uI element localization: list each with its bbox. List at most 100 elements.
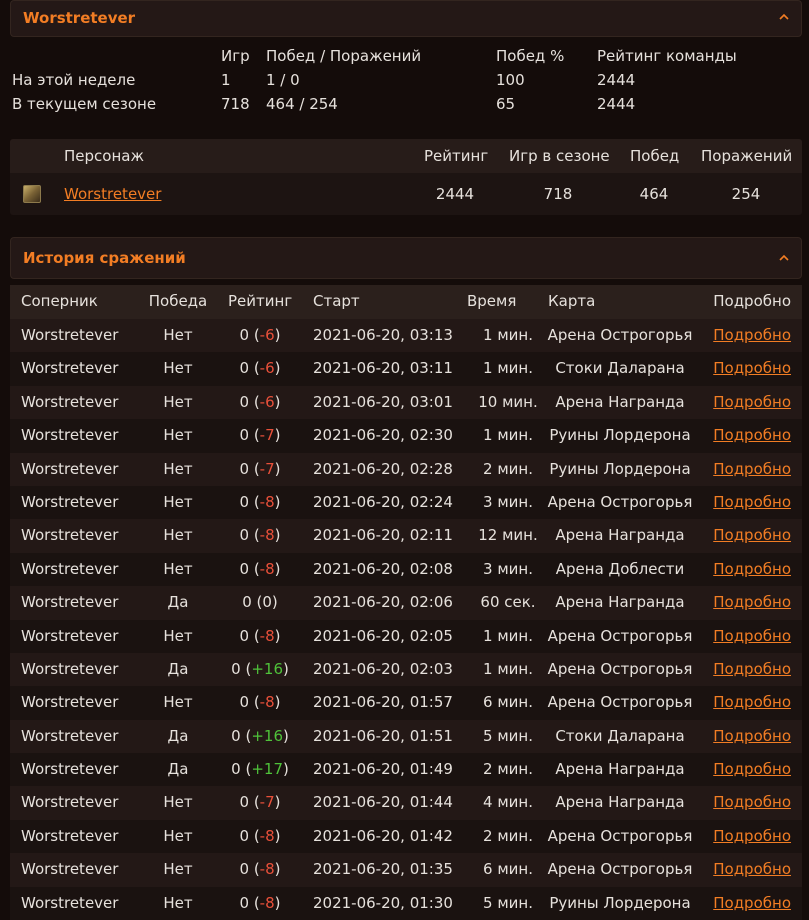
details-link[interactable]: Подробно xyxy=(713,720,791,753)
character-rating: 2444 xyxy=(435,185,475,203)
rating-value: 0 xyxy=(231,659,241,678)
character-wins: 464 xyxy=(639,185,669,203)
character-table-header: Персонаж Рейтинг Игр в сезоне Побед Пора… xyxy=(10,139,802,173)
rating-delta: -8 xyxy=(259,492,275,511)
character-name-link[interactable]: Worstretever xyxy=(64,173,161,215)
col-header-start: Старт xyxy=(313,292,360,310)
history-row: Worstretever Нет 0 (-6) 2021-06-20, 03:11 1 … xyxy=(10,352,802,386)
details-link[interactable]: Подробно xyxy=(713,653,791,686)
team-panel-header[interactable]: Worstretever xyxy=(10,0,802,37)
summary-wl-value: 464 / 254 xyxy=(266,95,338,113)
details-link[interactable]: Подробно xyxy=(713,453,791,486)
start-time: 2021-06-20, 01:49 xyxy=(313,760,453,779)
rating-value: 0 xyxy=(239,392,250,411)
win-status: Нет xyxy=(163,793,193,812)
win-status: Нет xyxy=(163,826,193,845)
summary-header-rating: Рейтинг команды xyxy=(597,47,737,65)
map-name: Руины Лордерона xyxy=(549,893,691,912)
map-name: Арена Острогорья xyxy=(547,626,693,645)
map-name: Арена Острогорья xyxy=(547,860,693,879)
col-header-win: Победа xyxy=(148,292,208,310)
col-header-wins: Побед xyxy=(630,147,680,165)
summary-header-games: Игр xyxy=(221,47,250,65)
history-row: Worstretever Да 0 (0) 2021-06-20, 02:06 60 с… xyxy=(10,586,802,620)
chevron-up-icon[interactable] xyxy=(779,254,789,262)
rating-change: 0 (-6) xyxy=(239,326,281,344)
details-link[interactable]: Подробно xyxy=(713,586,791,619)
win-status: Нет xyxy=(163,893,193,912)
rating-delta: -8 xyxy=(259,626,275,645)
details-link[interactable]: Подробно xyxy=(713,519,791,552)
rating-change: 0 (-8) xyxy=(239,693,281,712)
history-panel-title: История сражений xyxy=(23,249,186,267)
rating-change: 0 (+16) xyxy=(231,659,289,678)
rating-change: 0 (-8) xyxy=(239,559,281,578)
col-header-details: Подробно xyxy=(713,292,791,310)
details-link[interactable]: Подробно xyxy=(713,686,791,719)
start-time: 2021-06-20, 02:08 xyxy=(313,559,453,578)
details-link[interactable]: Подробно xyxy=(713,386,791,419)
rating-value: 0 xyxy=(231,726,241,745)
map-name: Стоки Даларана xyxy=(555,359,685,378)
summary-row-label: В текущем сезоне xyxy=(12,95,157,113)
rating-delta: -6 xyxy=(259,392,275,411)
win-status: Нет xyxy=(163,492,193,511)
opponent-name: Worstretever xyxy=(21,526,119,545)
rating-value: 0 xyxy=(239,559,250,578)
map-name: Арена Острогорья xyxy=(547,659,693,678)
details-link[interactable]: Подробно xyxy=(713,786,791,819)
start-time: 2021-06-20, 02:11 xyxy=(313,526,453,545)
map-name: Стоки Даларана xyxy=(555,726,685,745)
map-name: Руины Лордерона xyxy=(549,426,691,445)
details-link[interactable]: Подробно xyxy=(713,352,791,385)
rating-value: 0 xyxy=(239,826,250,845)
details-link[interactable]: Подробно xyxy=(713,486,791,519)
rating-value: 0 xyxy=(231,760,241,779)
character-portrait-icon[interactable] xyxy=(23,185,41,203)
col-header-losses: Поражений xyxy=(701,147,793,165)
start-time: 2021-06-20, 03:11 xyxy=(313,359,453,378)
team-panel-title: Worstretever xyxy=(23,9,136,27)
win-status: Да xyxy=(167,726,189,745)
rating-change: 0 (+17) xyxy=(231,760,289,779)
win-status: Нет xyxy=(163,626,193,645)
details-link[interactable]: Подробно xyxy=(713,853,791,886)
team-summary-stats: Игр Побед / Поражений Побед % Рейтинг ко… xyxy=(0,44,809,124)
opponent-name: Worstretever xyxy=(21,392,119,411)
history-row: Worstretever Нет 0 (-6) 2021-06-20, 03:13 1 … xyxy=(10,319,802,353)
details-link[interactable]: Подробно xyxy=(713,620,791,653)
win-status: Да xyxy=(167,659,189,678)
history-row: Worstretever Нет 0 (-6) 2021-06-20, 03:01 10… xyxy=(10,385,802,420)
map-name: Арена Награнда xyxy=(555,593,685,612)
start-time: 2021-06-20, 01:51 xyxy=(313,726,453,745)
rating-change: 0 (-7) xyxy=(239,459,281,478)
rating-change: 0 (0) xyxy=(242,593,278,612)
opponent-name: Worstretever xyxy=(21,559,119,578)
details-link[interactable]: Подробно xyxy=(713,887,791,920)
opponent-name: Worstretever xyxy=(21,626,119,645)
rating-delta: -8 xyxy=(259,826,275,845)
start-time: 2021-06-20, 03:13 xyxy=(313,326,453,344)
win-status: Нет xyxy=(163,559,193,578)
history-panel-header[interactable]: История сражений xyxy=(10,237,802,279)
win-status: Да xyxy=(167,593,189,612)
rating-value: 0 xyxy=(239,359,250,378)
rating-value: 0 xyxy=(239,326,250,344)
history-table-body: Worstretever Нет 0 (-6) 2021-06-20, 03:13 1 … xyxy=(10,319,802,920)
rating-delta: +16 xyxy=(251,726,283,745)
details-link[interactable]: Подробно xyxy=(713,319,791,352)
col-header-opponent: Соперник xyxy=(21,292,98,310)
start-time: 2021-06-20, 03:01 xyxy=(313,392,453,411)
history-row: Worstretever Нет 0 (-8) 2021-06-20, 02:11 12… xyxy=(10,519,802,553)
details-link[interactable]: Подробно xyxy=(713,419,791,452)
start-time: 2021-06-20, 01:30 xyxy=(313,893,453,912)
win-status: Нет xyxy=(163,526,193,545)
details-link[interactable]: Подробно xyxy=(713,753,791,786)
win-status: Нет xyxy=(163,426,193,445)
chevron-up-icon[interactable] xyxy=(779,13,789,21)
map-name: Арена Острогорья xyxy=(547,826,693,845)
rating-change: 0 (-7) xyxy=(239,426,281,445)
details-link[interactable]: Подробно xyxy=(713,820,791,853)
opponent-name: Worstretever xyxy=(21,426,119,445)
details-link[interactable]: Подробно xyxy=(713,553,791,586)
